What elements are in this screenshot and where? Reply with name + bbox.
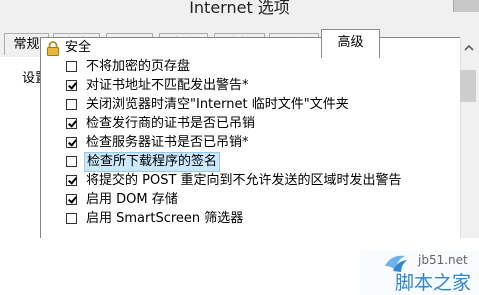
watermark-url: jb51.net <box>418 253 468 267</box>
setting-label: 启用 SmartScreen 筛选器 <box>86 211 244 226</box>
checkbox[interactable] <box>66 194 77 205</box>
checkbox[interactable] <box>66 156 77 167</box>
watermark-name: 脚本之家 <box>395 272 472 294</box>
setting-label: 检查所下载程序的签名 <box>84 152 221 172</box>
vertical-scrollbar[interactable] <box>460 37 479 238</box>
checkbox[interactable] <box>66 99 77 110</box>
setting-label: 对证书地址不匹配发出警告* <box>86 78 249 93</box>
category-security: 安全 <box>41 39 461 57</box>
setting-label: 检查发行商的证书是否已吊销 <box>86 116 256 131</box>
setting-item[interactable]: 启用 SmartScreen 筛选器 <box>41 210 461 228</box>
checkbox[interactable] <box>66 213 77 224</box>
setting-item[interactable]: 对证书地址不匹配发出警告* <box>41 77 461 95</box>
tab-advanced[interactable]: 高级 <box>321 29 380 58</box>
checkbox[interactable] <box>66 61 77 72</box>
setting-item[interactable]: 将提交的 POST 重定向到不允许发送的区域时发出警告 <box>41 172 461 190</box>
lock-icon <box>47 41 59 56</box>
checkbox[interactable] <box>66 80 77 91</box>
checkbox[interactable] <box>66 175 77 186</box>
scroll-up-arrow-icon[interactable] <box>462 43 476 53</box>
setting-label: 将提交的 POST 重定向到不允许发送的区域时发出警告 <box>86 173 402 188</box>
setting-item[interactable]: 不将加密的页存盘 <box>41 58 461 76</box>
setting-label: 检查服务器证书是否已吊销* <box>86 135 249 150</box>
setting-label: 启用 DOM 存储 <box>86 192 178 207</box>
checkbox[interactable] <box>66 118 77 129</box>
scrollbar-thumb[interactable] <box>460 70 476 102</box>
close-button[interactable] <box>453 0 479 12</box>
window-title: Internet 选项 <box>189 0 290 17</box>
setting-item[interactable]: 检查服务器证书是否已吊销* <box>41 134 461 152</box>
setting-label: 关闭浏览器时清空"Internet 临时文件"文件夹 <box>86 97 349 112</box>
setting-item[interactable]: 检查发行商的证书是否已吊销 <box>41 115 461 133</box>
category-label: 安全 <box>65 40 92 55</box>
setting-item-selected[interactable]: 检查所下载程序的签名 <box>41 152 461 172</box>
setting-item[interactable]: 关闭浏览器时清空"Internet 临时文件"文件夹 <box>41 96 461 114</box>
setting-label: 不将加密的页存盘 <box>86 59 191 74</box>
settings-tree[interactable]: 安全 不将加密的页存盘 对证书地址不匹配发出警告* 关闭浏览器时清空"Inter… <box>40 37 479 238</box>
checkbox[interactable] <box>66 137 77 148</box>
title-bar: Internet 选项 <box>0 0 479 26</box>
setting-item[interactable]: 启用 DOM 存储 <box>41 191 461 209</box>
